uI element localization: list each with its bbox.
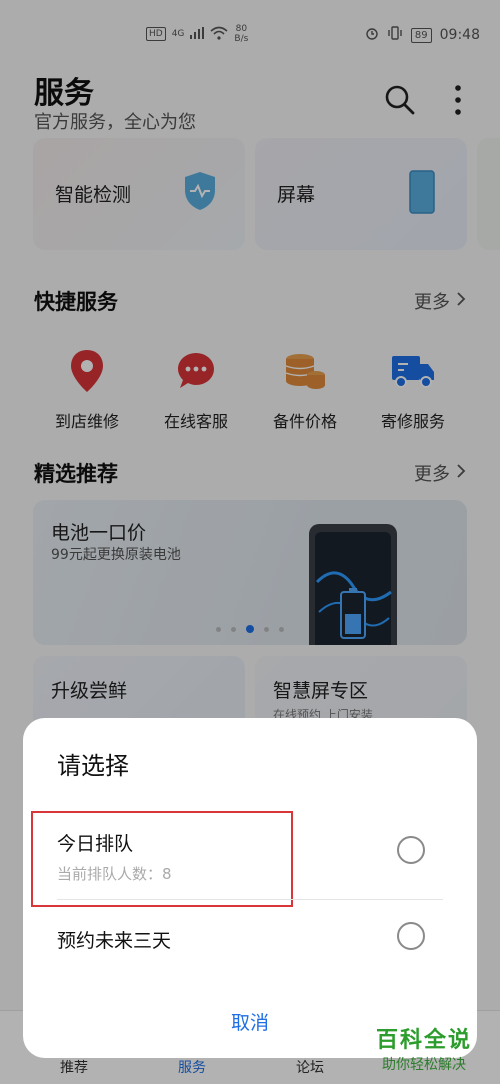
watermark-logo: 百科全说 助你轻松解决 <box>368 1020 492 1080</box>
watermark-main: 百科全说 <box>376 1028 473 1053</box>
divider <box>57 899 443 900</box>
watermark-sub: 助你轻松解决 <box>382 1057 466 1073</box>
red-highlight-box <box>31 811 293 907</box>
dialog-title: 请选择 <box>57 752 129 780</box>
radio-button[interactable] <box>397 922 425 950</box>
option-book-future[interactable]: 预约未来三天 <box>23 906 477 972</box>
service-page: HD 4G 80 B/s 89 09:48 服务 官方服务，全心为您 智能检测 … <box>0 0 500 1084</box>
choose-dialog: 请选择 今日排队 当前排队人数：8 预约未来三天 取消 <box>23 718 477 1058</box>
radio-button[interactable] <box>397 836 425 864</box>
option-title: 预约未来三天 <box>57 930 172 952</box>
